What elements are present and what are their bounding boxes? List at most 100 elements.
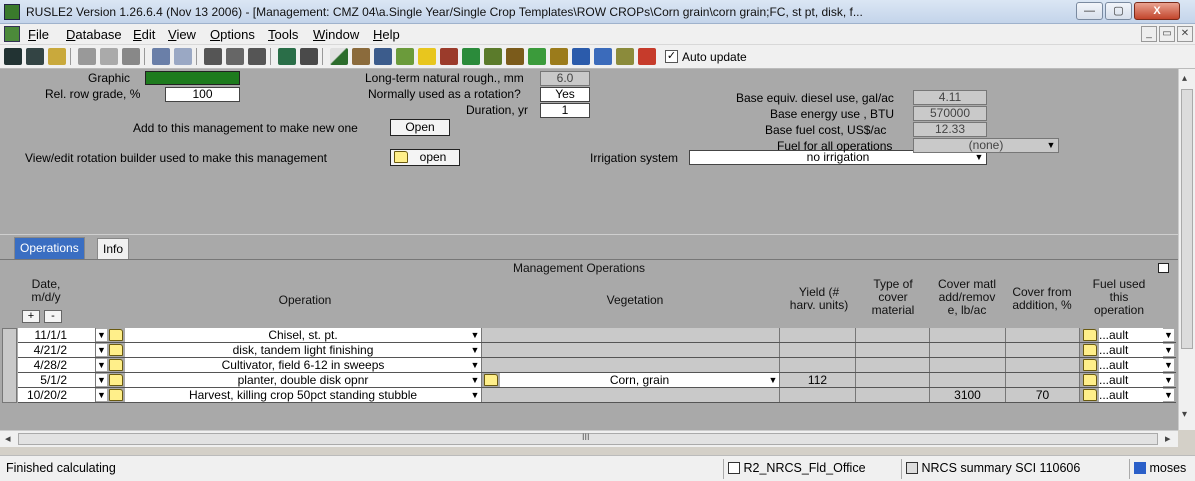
scroll-down-icon[interactable]: ▾ bbox=[1182, 409, 1187, 420]
chevron-down-icon[interactable]: ▼ bbox=[469, 389, 481, 401]
report-icon[interactable] bbox=[594, 48, 612, 65]
menu-tools[interactable]: Tools bbox=[268, 27, 298, 42]
add-open-button[interactable]: Open bbox=[390, 119, 450, 136]
row-fuel[interactable]: ...ault bbox=[1099, 343, 1163, 357]
table-row[interactable]: 10/20/2 ▼ Harvest, killing crop 50pct st… bbox=[18, 388, 1176, 403]
tab-info[interactable]: Info bbox=[97, 238, 130, 260]
fuel-all-dropdown[interactable]: (none) bbox=[913, 138, 1059, 153]
chevron-down-icon[interactable]: ▼ bbox=[1163, 329, 1174, 341]
row-cover-type[interactable] bbox=[856, 388, 930, 402]
status-template[interactable]: NRCS summary SCI 110606 bbox=[901, 459, 1129, 479]
slope-icon[interactable] bbox=[330, 48, 348, 65]
crop-icon[interactable] bbox=[484, 48, 502, 65]
vertical-scrollbar[interactable]: ▴ ▾ bbox=[1178, 69, 1195, 430]
erosion-icon[interactable] bbox=[638, 48, 656, 65]
mdi-restore-button[interactable]: ▭ bbox=[1159, 26, 1175, 42]
row-yield[interactable] bbox=[780, 358, 856, 372]
chevron-down-icon[interactable]: ▼ bbox=[469, 344, 481, 356]
row-operation[interactable]: Cultivator, field 6-12 in sweeps bbox=[125, 358, 482, 372]
building-icon[interactable] bbox=[440, 48, 458, 65]
row-vegetation[interactable]: Corn, grain bbox=[500, 373, 780, 387]
chevron-down-icon[interactable]: ▼ bbox=[96, 359, 107, 371]
chevron-down-icon[interactable]: ▼ bbox=[1163, 374, 1174, 386]
row-date[interactable]: 10/20/2 bbox=[18, 388, 96, 402]
auto-update-checkbox[interactable]: ✓ bbox=[665, 50, 678, 63]
residue-icon[interactable] bbox=[550, 48, 568, 65]
row-cover-add[interactable]: 3100 bbox=[930, 388, 1006, 402]
horizontal-scrollbar[interactable]: ◂ III ▸ bbox=[0, 430, 1178, 447]
scroll-right-icon[interactable]: ▸ bbox=[1165, 432, 1171, 445]
row-cover-type[interactable] bbox=[856, 373, 930, 387]
container-icon[interactable] bbox=[418, 48, 436, 65]
redo-icon[interactable] bbox=[174, 48, 192, 65]
chevron-down-icon[interactable]: ▼ bbox=[469, 359, 481, 371]
vegetation-icon[interactable] bbox=[528, 48, 546, 65]
chevron-down-icon[interactable]: ▼ bbox=[96, 344, 107, 356]
chevron-down-icon[interactable]: ▼ bbox=[469, 329, 481, 341]
row-vegetation[interactable] bbox=[482, 343, 780, 357]
row-selector-column[interactable] bbox=[2, 328, 17, 403]
save-icon[interactable] bbox=[4, 48, 22, 65]
folder-icon[interactable] bbox=[109, 374, 123, 386]
menu-help[interactable]: Help bbox=[373, 27, 400, 42]
row-operation[interactable]: Chisel, st. pt. bbox=[125, 328, 482, 342]
row-cover-pct[interactable] bbox=[1006, 328, 1080, 342]
mdi-minimize-button[interactable]: _ bbox=[1141, 26, 1157, 42]
row-cover-add[interactable] bbox=[930, 343, 1006, 357]
row-date[interactable]: 11/1/1 bbox=[18, 328, 96, 342]
save-all-icon[interactable] bbox=[26, 48, 44, 65]
row-fuel[interactable]: ...ault bbox=[1099, 358, 1163, 372]
row-fuel[interactable]: ...ault bbox=[1099, 373, 1163, 387]
folder-icon[interactable] bbox=[109, 329, 123, 341]
chevron-down-icon[interactable]: ▼ bbox=[96, 389, 107, 401]
field-icon[interactable] bbox=[506, 48, 524, 65]
chevron-down-icon[interactable]: ▼ bbox=[96, 374, 107, 386]
folder-icon[interactable] bbox=[1083, 344, 1097, 356]
folder-icon[interactable] bbox=[484, 374, 498, 386]
minimize-button[interactable]: — bbox=[1076, 2, 1103, 20]
row-cover-add[interactable] bbox=[930, 373, 1006, 387]
folder-icon[interactable] bbox=[1083, 389, 1097, 401]
scroll-up-icon[interactable]: ▴ bbox=[1182, 73, 1187, 84]
row-operation[interactable]: Harvest, killing crop 50pct standing stu… bbox=[125, 388, 482, 402]
cut-icon[interactable] bbox=[78, 48, 96, 65]
menu-window[interactable]: Window bbox=[313, 27, 359, 42]
row-cover-add[interactable] bbox=[930, 358, 1006, 372]
chevron-down-icon[interactable]: ▼ bbox=[1045, 139, 1057, 152]
row-vegetation[interactable] bbox=[482, 388, 780, 402]
chevron-down-icon[interactable]: ▼ bbox=[96, 329, 107, 341]
folder-icon[interactable] bbox=[109, 359, 123, 371]
copy-icon[interactable] bbox=[100, 48, 118, 65]
app-icon[interactable] bbox=[4, 4, 20, 20]
rain-icon[interactable] bbox=[374, 48, 392, 65]
folder-icon[interactable] bbox=[1083, 329, 1097, 341]
row-date[interactable]: 4/28/2 bbox=[18, 358, 96, 372]
folder-icon[interactable] bbox=[1083, 359, 1097, 371]
tab-operations[interactable]: Operations bbox=[14, 237, 85, 260]
table-row[interactable]: 11/1/1 ▼ Chisel, st. pt. ▼ ...ault ▼ bbox=[18, 328, 1176, 343]
soil-profile-icon[interactable] bbox=[352, 48, 370, 65]
chevron-down-icon[interactable]: ▼ bbox=[1163, 344, 1174, 356]
grass-icon[interactable] bbox=[396, 48, 414, 65]
row-cover-pct[interactable] bbox=[1006, 373, 1080, 387]
grid-expand-icon[interactable] bbox=[1158, 263, 1169, 273]
folder-icon[interactable] bbox=[1083, 374, 1097, 386]
menu-database[interactable]: Database bbox=[66, 27, 122, 42]
rotation-field[interactable]: Yes bbox=[540, 87, 590, 102]
chevron-down-icon[interactable]: ▼ bbox=[1163, 389, 1174, 401]
parameter-3-icon[interactable] bbox=[248, 48, 266, 65]
profile-icon[interactable] bbox=[616, 48, 634, 65]
parameter-icon[interactable] bbox=[204, 48, 222, 65]
row-fuel[interactable]: ...ault bbox=[1099, 328, 1163, 342]
row-yield[interactable] bbox=[780, 388, 856, 402]
menu-edit[interactable]: Edit bbox=[133, 27, 155, 42]
refresh-icon[interactable] bbox=[278, 48, 296, 65]
menu-view[interactable]: View bbox=[168, 27, 196, 42]
close-button[interactable]: X bbox=[1134, 2, 1180, 20]
table-row[interactable]: 5/1/2 ▼ planter, double disk opnr ▼ Corn… bbox=[18, 373, 1176, 388]
row-cover-pct[interactable]: 70 bbox=[1006, 388, 1080, 402]
row-date[interactable]: 5/1/2 bbox=[18, 373, 96, 387]
row-fuel[interactable]: ...ault bbox=[1099, 388, 1163, 402]
row-cover-type[interactable] bbox=[856, 328, 930, 342]
row-operation[interactable]: disk, tandem light finishing bbox=[125, 343, 482, 357]
